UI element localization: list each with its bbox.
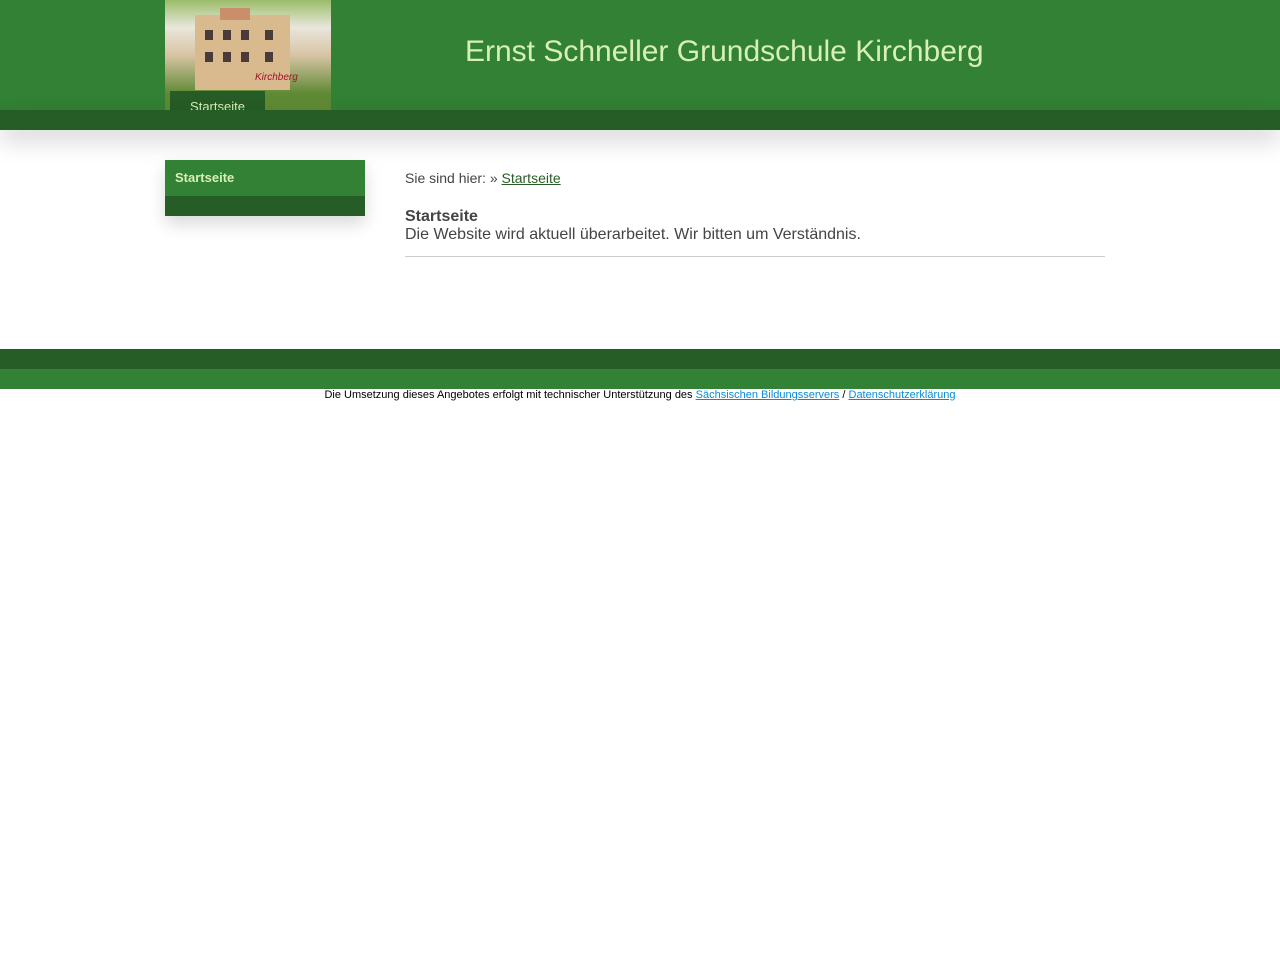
breadcrumb-prefix: Sie sind hier: » <box>405 170 498 186</box>
main-content: Sie sind hier: » Startseite Startseite D… <box>405 170 1105 257</box>
sidebar-item-startseite[interactable]: Startseite <box>165 160 365 196</box>
privacy-link[interactable]: Datenschutzerklärung <box>849 389 956 401</box>
site-title: Ernst Schneller Grundschule Kirchberg <box>465 35 984 68</box>
divider <box>405 256 1105 257</box>
bildungsserver-link[interactable]: Sächsischen Bildungsservers <box>696 389 840 401</box>
breadcrumb: Sie sind hier: » Startseite <box>405 170 1105 186</box>
footer-bar-dark <box>0 349 1280 369</box>
header-bar <box>0 110 1280 130</box>
svg-text:Kirchberg: Kirchberg <box>255 72 298 83</box>
footer-notice: Die Umsetzung dieses Angebotes erfolgt m… <box>324 389 693 401</box>
breadcrumb-link[interactable]: Startseite <box>502 170 561 186</box>
page-text: Die Website wird aktuell überarbeitet. W… <box>405 226 861 243</box>
page-heading: Startseite <box>405 208 478 225</box>
footer-separator: / <box>842 389 846 401</box>
sidebar-footer <box>165 196 365 216</box>
nav-tab-startseite[interactable]: Startseite <box>170 91 265 110</box>
header: Kirchberg Ernst Schneller Grundschule Ki… <box>0 0 1280 110</box>
footer-text: Die Umsetzung dieses Angebotes erfolgt m… <box>0 389 1280 401</box>
footer-bar <box>0 369 1280 389</box>
sidebar: Startseite <box>165 160 365 216</box>
